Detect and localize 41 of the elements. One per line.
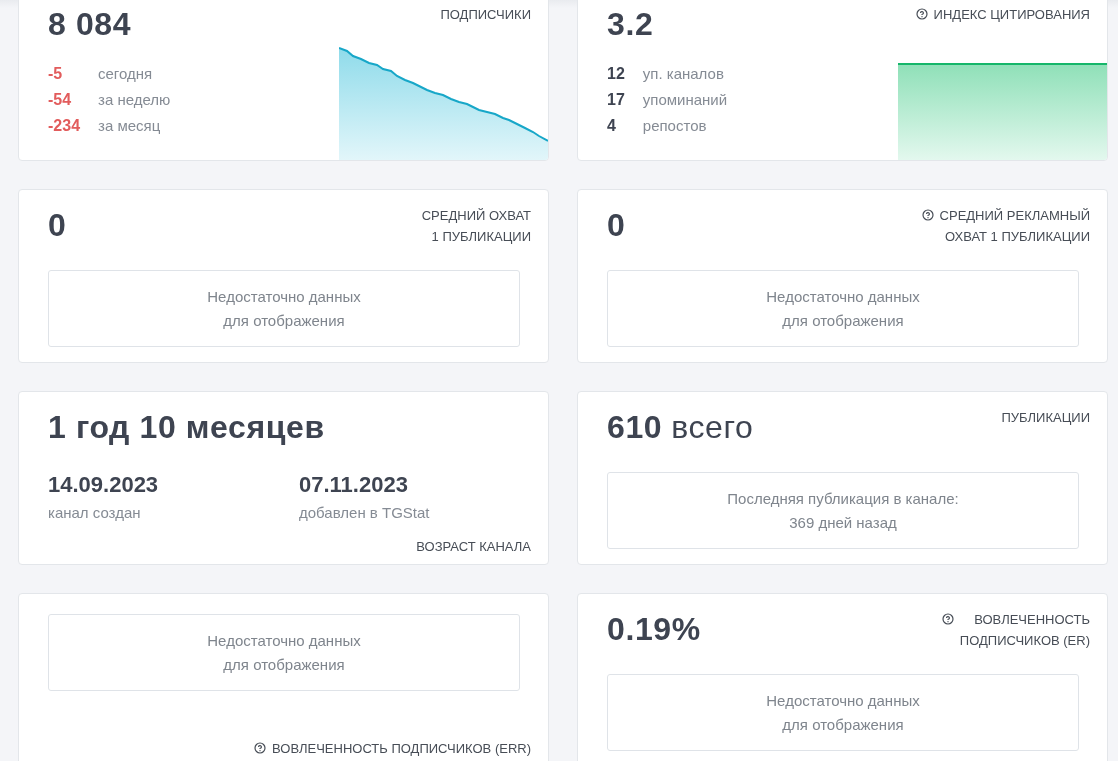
change-value: -54 [48, 90, 72, 110]
stat-value: 610 [607, 409, 663, 445]
stat-label: за месяц [98, 116, 161, 136]
change-value: 17 [607, 90, 625, 110]
stat-value: 0.19% [607, 611, 701, 647]
stat-unit: всего [671, 409, 754, 445]
change-value: 4 [607, 116, 616, 136]
message-text: Недостаточно данных для отображения [766, 690, 920, 735]
help-icon[interactable] [915, 8, 928, 20]
card-title: ВОВЛЕЧЕННОСТЬ ПОДПИСЧИКОВ (ER) [959, 611, 1090, 650]
change-value: -234 [48, 116, 81, 136]
stat-label: репостов [642, 116, 707, 136]
help-icon[interactable] [941, 613, 954, 625]
date-label: добавлен в TGStat [299, 503, 430, 523]
message-text: Недостаточно данных для отображения [766, 286, 920, 331]
message-text: Последняя публикация в канале: 369 дней назад [727, 488, 959, 533]
stat-value: 3.2 [607, 6, 654, 42]
card-title: ВОЗРАСТ КАНАЛА [416, 538, 531, 556]
message-text: Недостаточно данных для отображения [207, 630, 361, 675]
stat-value: 0 [48, 207, 67, 243]
card-title: ПОДПИСЧИКИ [440, 6, 531, 24]
date-value: 14.09.2023 [48, 472, 159, 498]
card-title: ВОВЛЕЧЕННОСТЬ ПОДПИСЧИКОВ (ERR) [272, 740, 531, 758]
date-value: 07.11.2023 [299, 472, 408, 498]
date-label: канал создан [48, 503, 141, 523]
stat-label: сегодня [98, 64, 153, 84]
card-title: СРЕДНИЙ ОХВАТ 1 ПУБЛИКАЦИИ [421, 207, 531, 246]
stat-label: за неделю [98, 90, 171, 110]
card-title: ИНДЕКС ЦИТИРОВАНИЯ [933, 6, 1090, 24]
stat-value: 8 084 [48, 6, 132, 42]
change-value: -5 [48, 64, 63, 84]
stat-label: упоминаний [642, 90, 728, 110]
card-title: ПУБЛИКАЦИИ [1001, 409, 1090, 427]
stat-value: 0 [607, 207, 626, 243]
card-title: СРЕДНИЙ РЕКЛАМНЫЙ ОХВАТ 1 ПУБЛИКАЦИИ [939, 207, 1090, 246]
change-value: 12 [607, 64, 625, 84]
stat-value: 1 год 10 месяцев [48, 409, 325, 445]
help-icon[interactable] [254, 742, 267, 754]
message-text: Недостаточно данных для отображения [207, 286, 361, 331]
stat-label: уп. каналов [642, 64, 724, 84]
help-icon[interactable] [921, 209, 934, 221]
